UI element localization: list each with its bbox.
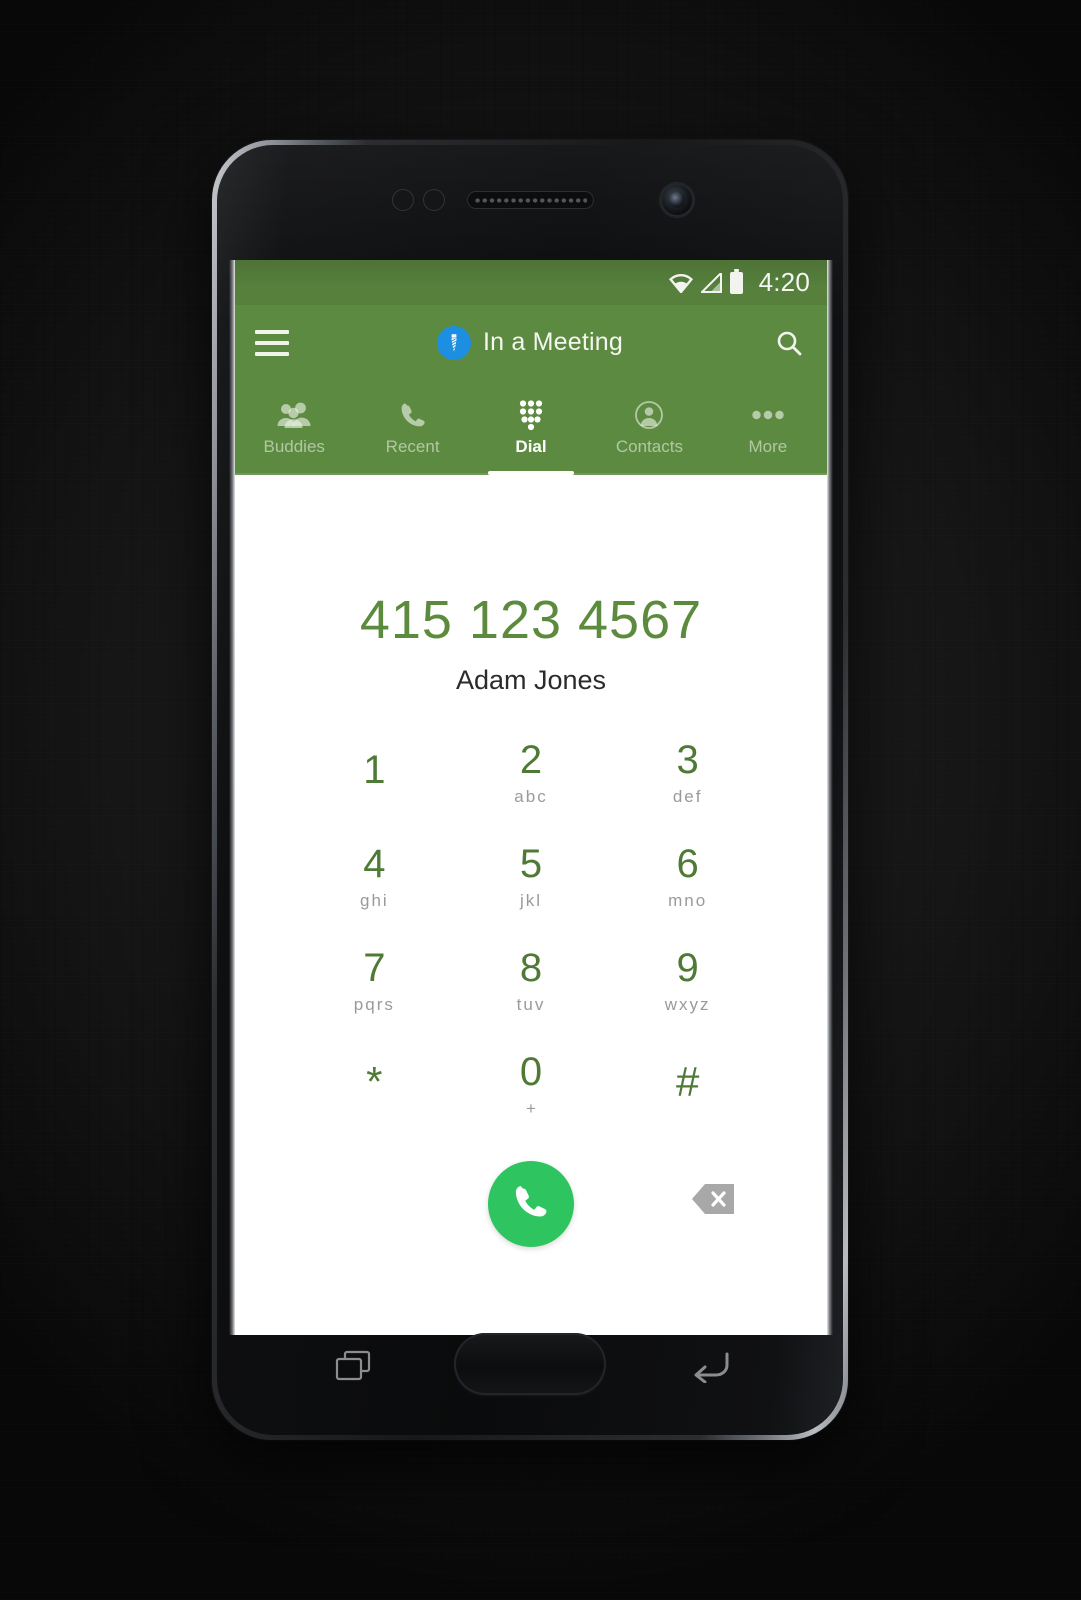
key-digit: 9: [676, 945, 699, 990]
wifi-icon: [668, 273, 694, 293]
tab-label: Dial: [515, 436, 547, 456]
dialpad-icon: [515, 399, 547, 431]
key-letters: mno: [668, 890, 708, 910]
tab-label: Recent: [385, 436, 440, 456]
presence-status-control[interactable]: In a Meeting: [289, 325, 771, 360]
key-letters: def: [672, 786, 703, 806]
backspace-button[interactable]: [690, 1182, 736, 1221]
key-digit: 6: [676, 841, 699, 886]
status-bar-icons: 4:20: [668, 267, 810, 298]
tab-recent[interactable]: Recent: [353, 380, 471, 475]
bottom-hardware-row: [217, 1321, 843, 1413]
hamburger-menu-icon[interactable]: [255, 329, 289, 356]
key-digit: 3: [676, 737, 699, 782]
tab-more[interactable]: More: [709, 380, 827, 475]
top-hardware-row: [217, 173, 843, 233]
key-3[interactable]: 3 def: [609, 738, 766, 808]
key-8[interactable]: 8 tuv: [453, 946, 610, 1016]
contact-name: Adam Jones: [455, 665, 607, 695]
key-digit: 7: [363, 945, 386, 990]
phone-body: 4:20 In a Meeting Buddies Recent Dial Co…: [217, 145, 843, 1435]
tab-bar: Buddies Recent Dial Contacts More: [235, 380, 827, 475]
key-digit: #: [675, 1057, 700, 1105]
key-2[interactable]: 2 abc: [453, 738, 610, 808]
app-bar: In a Meeting: [235, 305, 827, 380]
dialed-number[interactable]: 415 123 4567: [235, 593, 827, 647]
key-letters: pqrs: [353, 994, 395, 1014]
key-4[interactable]: 4 ghi: [296, 842, 453, 912]
contact-person-icon: [634, 399, 664, 431]
call-button[interactable]: [488, 1161, 574, 1247]
dialer-action-row: [235, 1154, 827, 1254]
key-digit: 1: [363, 747, 386, 792]
home-button[interactable]: [454, 1333, 606, 1395]
front-camera: [660, 183, 694, 217]
recents-button[interactable]: [333, 1349, 373, 1383]
status-bar-clock: 4:20: [758, 267, 810, 297]
key-star[interactable]: *: [296, 1050, 453, 1120]
tab-label: Contacts: [615, 436, 683, 456]
more-dots-icon: [751, 399, 785, 431]
cell-signal-icon: [699, 270, 723, 293]
key-digit: 4: [363, 841, 386, 886]
tab-dial[interactable]: Dial: [472, 380, 590, 475]
key-digit: 8: [519, 945, 543, 990]
status-bar: 4:20: [235, 260, 827, 305]
key-digit: *: [366, 1057, 383, 1105]
keypad: 1 2 abc 3 def 4 ghi 5 jkl 6 mno 7 pqrs 8…: [296, 738, 766, 1120]
buddies-group-icon: [276, 399, 312, 431]
key-letters: wxyz: [664, 994, 711, 1014]
tab-buddies[interactable]: Buddies: [235, 380, 353, 475]
key-7[interactable]: 7 pqrs: [296, 946, 453, 1016]
page-title: In a Meeting: [483, 328, 623, 356]
key-letters: jkl: [519, 890, 543, 910]
key-5[interactable]: 5 jkl: [453, 842, 610, 912]
key-hash[interactable]: #: [609, 1050, 766, 1120]
earpiece-speaker: [467, 191, 594, 209]
key-digit: 2: [519, 737, 543, 782]
proximity-sensor: [392, 189, 414, 211]
light-sensor: [423, 189, 445, 211]
tab-label: More: [748, 436, 788, 456]
tab-label: Buddies: [263, 436, 325, 456]
dialer-screen: 415 123 4567 Adam Jones 1 2 abc 3 def 4 …: [235, 475, 827, 1335]
key-1[interactable]: 1: [296, 738, 453, 808]
key-letters: abc: [514, 786, 548, 806]
key-9[interactable]: 9 wxyz: [609, 946, 766, 1016]
search-icon[interactable]: [771, 325, 807, 361]
necktie-status-icon: [437, 325, 471, 360]
phone-device-frame: 4:20 In a Meeting Buddies Recent Dial Co…: [212, 140, 848, 1440]
screen-right-edge: [827, 260, 833, 1335]
backspace-delete-icon: [690, 1182, 736, 1221]
phone-screen: 4:20 In a Meeting Buddies Recent Dial Co…: [235, 260, 827, 1335]
call-phone-icon: [510, 1181, 552, 1228]
battery-icon: [729, 268, 743, 294]
key-6[interactable]: 6 mno: [609, 842, 766, 912]
number-display-area: 415 123 4567 Adam Jones: [235, 475, 827, 696]
key-letters: tuv: [516, 994, 546, 1014]
key-letters: +: [526, 1098, 536, 1118]
key-digit: 0: [519, 1049, 543, 1094]
phone-handset-icon: [399, 399, 427, 431]
key-letters: ghi: [359, 890, 389, 910]
tab-contacts[interactable]: Contacts: [590, 380, 708, 475]
key-digit: 5: [519, 841, 543, 886]
back-button[interactable]: [689, 1349, 731, 1384]
key-0[interactable]: 0 +: [453, 1050, 610, 1120]
